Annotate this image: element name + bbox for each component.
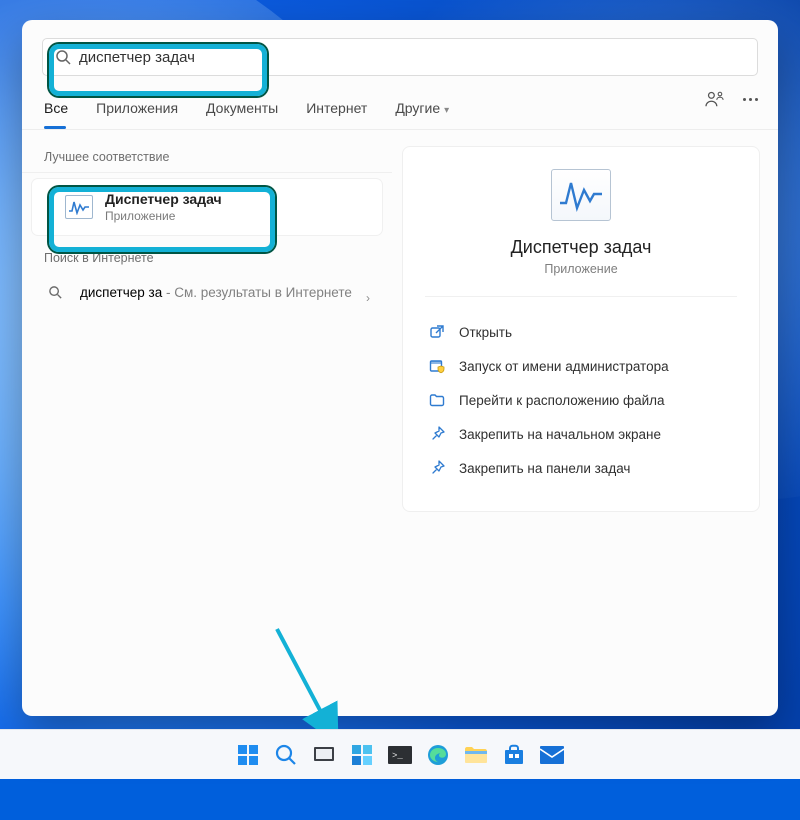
search-tabs: Все Приложения Документы Интернет Другие… — [22, 76, 778, 130]
actions-list: Открыть Запуск от имени администратора П… — [425, 297, 737, 485]
taskbar-search-button[interactable] — [272, 741, 300, 769]
section-best-match-label: Лучшее соответствие — [22, 144, 392, 173]
search-input[interactable] — [71, 48, 745, 67]
best-match-subtitle: Приложение — [105, 209, 222, 223]
more-options-button[interactable] — [743, 98, 758, 101]
taskbar-store[interactable] — [500, 741, 528, 769]
web-search-result[interactable]: диспетчер за - См. результаты в Интернет… — [22, 273, 392, 313]
admin-shield-icon — [429, 358, 445, 374]
details-subtitle: Приложение — [544, 262, 617, 276]
taskbar-edge[interactable] — [424, 741, 452, 769]
taskbar-explorer[interactable] — [462, 741, 490, 769]
search-icon — [55, 49, 71, 65]
pin-icon — [429, 426, 445, 442]
taskbar-widgets[interactable] — [348, 741, 376, 769]
action-pin-taskbar[interactable]: Закрепить на панели задач — [425, 451, 737, 485]
section-web-label: Поиск в Интернете — [22, 245, 392, 273]
svg-text:>_: >_ — [392, 751, 403, 761]
action-pin-start[interactable]: Закрепить на начальном экране — [425, 417, 737, 451]
taskbar: >_ — [0, 729, 800, 779]
selection-indicator — [50, 197, 53, 217]
taskbar-mail[interactable] — [538, 741, 566, 769]
details-panel: Диспетчер задач Приложение Открыть Запус… — [402, 146, 760, 512]
open-external-icon — [429, 324, 445, 340]
folder-icon — [429, 392, 445, 408]
tab-more[interactable]: Другие▾ — [395, 100, 449, 128]
taskbar-task-view[interactable] — [310, 741, 338, 769]
results-list: Лучшее соответствие Диспетчер задач Прил… — [22, 130, 392, 714]
tab-documents[interactable]: Документы — [206, 100, 278, 128]
task-manager-icon — [65, 195, 93, 219]
tab-internet[interactable]: Интернет — [306, 100, 367, 128]
tab-all[interactable]: Все — [44, 100, 68, 128]
search-field[interactable] — [42, 38, 758, 76]
search-icon — [48, 285, 63, 300]
web-result-text: диспетчер за - См. результаты в Интернет… — [80, 283, 352, 303]
details-title: Диспетчер задач — [511, 237, 652, 258]
account-icon[interactable] — [705, 90, 725, 108]
action-open-location[interactable]: Перейти к расположению файла — [425, 383, 737, 417]
start-search-window: Все Приложения Документы Интернет Другие… — [22, 20, 778, 716]
best-match-title: Диспетчер задач — [105, 191, 222, 207]
tab-apps[interactable]: Приложения — [96, 100, 178, 128]
action-run-admin[interactable]: Запуск от имени администратора — [425, 349, 737, 383]
best-match-result[interactable]: Диспетчер задач Приложение — [32, 179, 382, 235]
chevron-down-icon: ▾ — [444, 105, 449, 116]
action-open[interactable]: Открыть — [425, 315, 737, 349]
start-button[interactable] — [234, 741, 262, 769]
chevron-right-icon: › — [366, 291, 370, 305]
taskbar-terminal[interactable]: >_ — [386, 741, 414, 769]
pin-icon — [429, 460, 445, 476]
task-manager-large-icon — [551, 169, 611, 221]
